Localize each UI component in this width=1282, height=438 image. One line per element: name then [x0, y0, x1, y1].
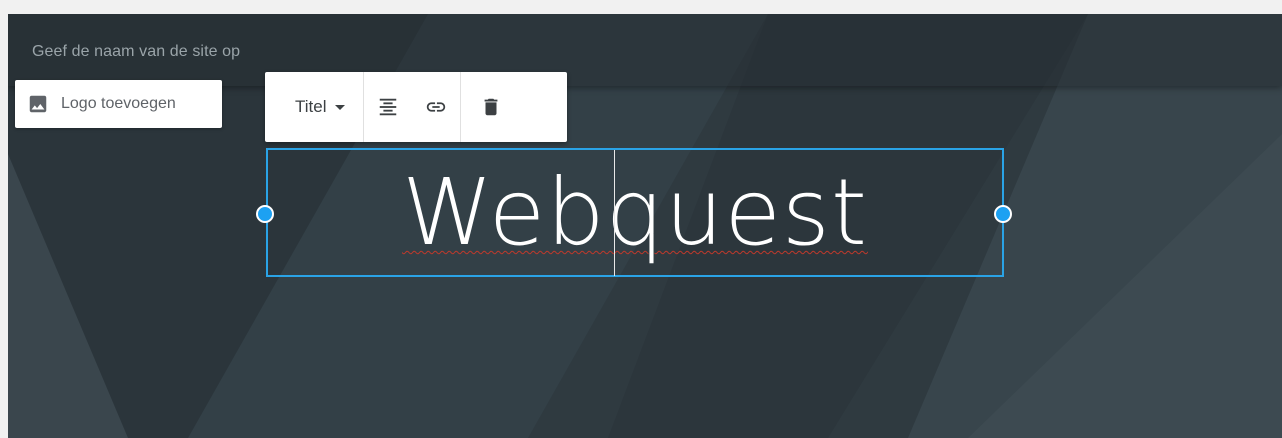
- text-toolbar: Titel: [265, 72, 567, 142]
- align-center-icon: [379, 98, 396, 116]
- resize-handle-right[interactable]: [994, 205, 1012, 223]
- add-logo-button[interactable]: Logo toevoegen: [15, 80, 222, 128]
- link-icon: [426, 102, 445, 112]
- title-selection-box: [266, 148, 1004, 277]
- text-style-value: Titel: [295, 97, 327, 116]
- trash-icon: [484, 98, 497, 116]
- chevron-down-icon: [334, 105, 345, 110]
- align-center-button[interactable]: [364, 72, 412, 142]
- delete-button[interactable]: [461, 72, 521, 142]
- resize-handle-left[interactable]: [256, 205, 274, 223]
- site-name-input[interactable]: Geef de naam van de site op: [32, 43, 240, 61]
- image-icon: [29, 95, 47, 113]
- text-style-select[interactable]: Titel: [265, 72, 363, 142]
- add-logo-label: Logo toevoegen: [61, 95, 176, 112]
- text-cursor: [614, 150, 615, 276]
- insert-link-button[interactable]: [412, 72, 460, 142]
